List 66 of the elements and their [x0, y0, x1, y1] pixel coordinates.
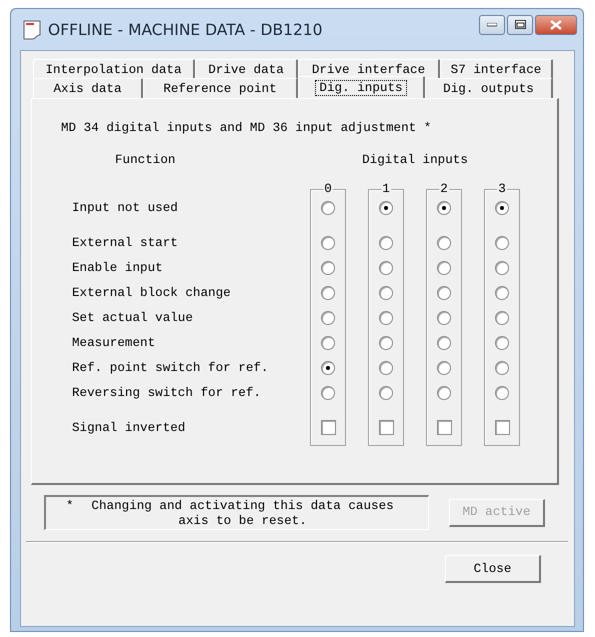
radio-button[interactable] [437, 200, 451, 214]
radio-button[interactable] [321, 310, 335, 324]
section-heading: MD 34 digital inputs and MD 36 input adjustment * [61, 121, 432, 135]
radio-button[interactable] [379, 360, 393, 374]
tab[interactable]: Dig. outputs [425, 78, 553, 98]
column-header: Function [114, 153, 176, 167]
radio-button[interactable] [321, 386, 335, 400]
checkbox[interactable] [494, 420, 510, 435]
function-label: Input not used [72, 200, 179, 214]
radio-button[interactable] [437, 286, 451, 300]
radio-button[interactable] [379, 286, 393, 300]
tab[interactable]: Interpolation data [33, 59, 195, 79]
radio-button[interactable] [495, 336, 509, 350]
checkbox[interactable] [320, 420, 336, 435]
radio-button[interactable] [437, 236, 451, 250]
tab[interactable]: Drive data [195, 59, 298, 79]
radio-button[interactable] [437, 310, 451, 324]
radio-button[interactable] [495, 200, 509, 214]
radio-button[interactable] [495, 236, 509, 250]
radio-button[interactable] [437, 360, 451, 374]
radio-button[interactable] [379, 200, 393, 214]
window-title: OFFLINE - MACHINE DATA - DB1210 [48, 20, 324, 38]
column-header: Digital inputs [361, 153, 469, 167]
radio-button[interactable] [437, 260, 451, 274]
minimize-button[interactable] [479, 14, 505, 34]
radio-button[interactable] [379, 386, 393, 400]
tab[interactable]: Dig. inputs [298, 76, 425, 98]
radio-button[interactable] [321, 286, 335, 300]
radio-button[interactable] [379, 310, 393, 324]
function-label: Ref. point switch for ref. [72, 360, 270, 374]
radio-button[interactable] [321, 360, 335, 374]
radio-button[interactable] [379, 236, 393, 250]
tab[interactable]: Axis data [33, 78, 143, 98]
radio-button[interactable] [495, 386, 509, 400]
radio-button[interactable] [495, 310, 509, 324]
function-label: External start [72, 236, 179, 250]
radio-button[interactable] [321, 236, 335, 250]
checkbox[interactable] [436, 420, 452, 435]
close-icon [550, 20, 562, 30]
tab[interactable]: Reference point [143, 78, 298, 98]
radio-button[interactable] [495, 260, 509, 274]
minimize-icon [487, 22, 497, 26]
close-window-button[interactable] [535, 14, 577, 34]
function-label: Signal inverted [72, 420, 186, 434]
function-label: Enable input [72, 260, 164, 274]
radio-button[interactable] [437, 336, 451, 350]
radio-button[interactable] [379, 336, 393, 350]
close-button[interactable]: Close [445, 555, 541, 583]
radio-button[interactable] [321, 336, 335, 350]
radio-button[interactable] [495, 360, 509, 374]
radio-button[interactable] [321, 200, 335, 214]
restore-icon [514, 20, 526, 29]
function-label: Set actual value [72, 310, 194, 324]
radio-button[interactable] [321, 260, 335, 274]
radio-button[interactable] [379, 260, 393, 274]
function-label: Measurement [72, 336, 156, 350]
tab[interactable]: S7 interface [440, 59, 553, 79]
document-icon [22, 20, 42, 40]
note-marker: * [66, 499, 74, 513]
radio-button[interactable] [437, 386, 451, 400]
checkbox[interactable] [378, 420, 394, 435]
radio-button[interactable] [495, 286, 509, 300]
function-label: External block change [72, 286, 232, 300]
note-text: Changing and activating this data causes axis to be reset. [90, 499, 395, 529]
maximize-button[interactable] [507, 14, 533, 34]
function-label: Reversing switch for ref. [72, 386, 262, 400]
